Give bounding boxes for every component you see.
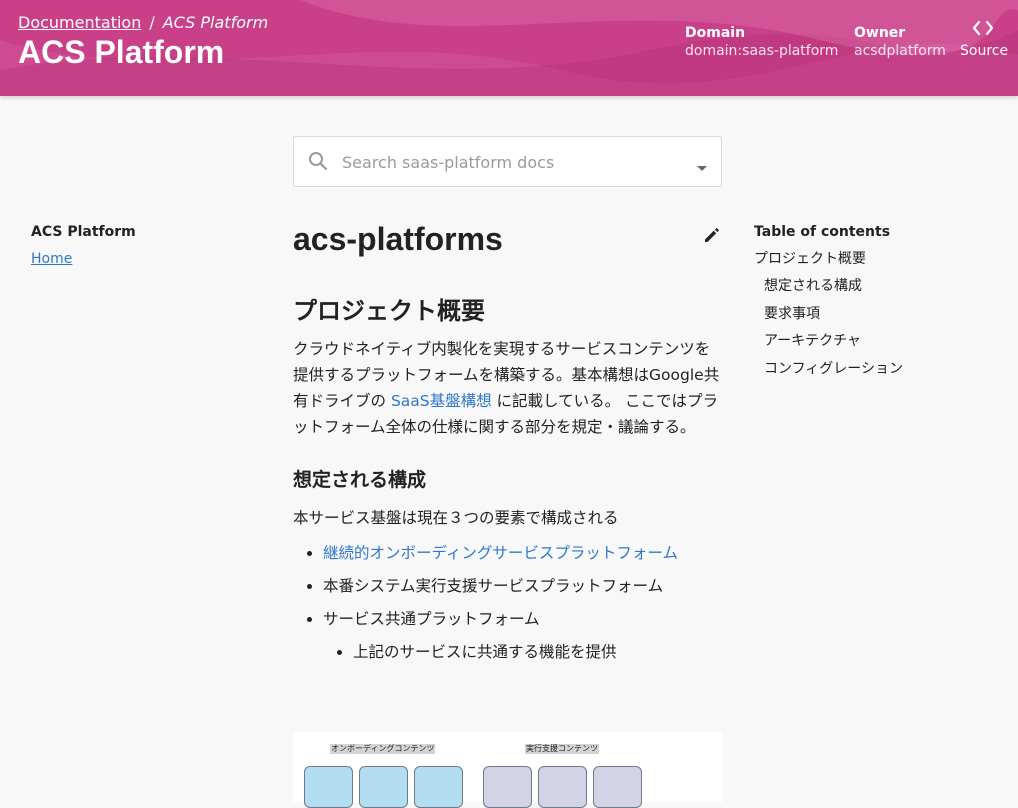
- overview-paragraph: クラウドネイティブ内製化を実現するサービスコンテンツを提供するプラットフォームを…: [293, 336, 723, 440]
- toc-item-architecture[interactable]: アーキテクチャ: [754, 328, 903, 356]
- sub-list-item: 上記のサービスに共通する機能を提供: [353, 639, 723, 665]
- sidebar-nav: ACS Platform Home: [31, 224, 136, 267]
- sidebar-item-home[interactable]: Home: [31, 251, 72, 267]
- code-icon: [960, 20, 1006, 40]
- owner-value[interactable]: acsdplatform: [854, 42, 946, 60]
- sidebar-title: ACS Platform: [31, 224, 136, 240]
- edit-icon[interactable]: [703, 226, 721, 248]
- chevron-down-icon[interactable]: [696, 158, 708, 177]
- toc-item-requirements[interactable]: 要求事項: [754, 301, 903, 329]
- source-label: Source: [960, 43, 1009, 59]
- toc-title: Table of contents: [754, 224, 891, 240]
- diagram-box: [414, 766, 463, 808]
- table-of-contents: Table of contents プロジェクト概要 想定される構成 要求事項 …: [754, 224, 903, 383]
- page-header: Documentation / ACS Platform ACS Platform …: [0, 0, 1018, 96]
- component-list: 継続的オンボーディングサービスプラットフォーム 本番システム実行支援サービスプラ…: [293, 540, 723, 665]
- search-icon: [307, 150, 329, 176]
- list-item: 本番システム実行支援サービスプラットフォーム: [323, 573, 723, 599]
- owner-label: Owner: [854, 25, 906, 41]
- docs-search-box[interactable]: [293, 136, 722, 187]
- sub-list: 上記のサービスに共通する機能を提供: [323, 639, 723, 665]
- section-heading-configuration: 想定される構成: [293, 469, 427, 491]
- breadcrumb-current: ACS Platform: [162, 13, 269, 32]
- diagram-box: [538, 766, 587, 808]
- diagram-label-onboarding: オンボーディングコンテンツ: [330, 744, 436, 754]
- onboarding-platform-link[interactable]: 継続的オンボーディングサービスプラットフォーム: [323, 544, 678, 562]
- toc-item-overview[interactable]: プロジェクト概要: [754, 248, 903, 270]
- architecture-diagram: オンボーディングコンテンツ 実行支援コンテンツ: [293, 732, 722, 808]
- owner-info: Owner acsdplatform: [854, 24, 946, 60]
- breadcrumb: Documentation / ACS Platform: [18, 13, 268, 32]
- domain-info: Domain domain:saas-platform: [685, 24, 838, 60]
- toc-item-configuration[interactable]: 想定される構成: [754, 273, 903, 301]
- list-item: サービス共通プラットフォーム 上記のサービスに共通する機能を提供: [323, 606, 723, 665]
- source-link[interactable]: Source: [960, 20, 1009, 60]
- breadcrumb-documentation-link[interactable]: Documentation: [18, 13, 141, 32]
- saas-concept-link[interactable]: SaaS基盤構想: [391, 392, 492, 410]
- toc-item-config[interactable]: コンフィグレーション: [754, 356, 903, 384]
- diagram-box: [593, 766, 642, 808]
- page-title: ACS Platform: [18, 34, 225, 70]
- section-heading-overview: プロジェクト概要: [293, 297, 485, 325]
- doc-content: acs-platforms プロジェクト概要 クラウドネイティブ内製化を実現する…: [293, 218, 723, 672]
- diagram-box: [304, 766, 353, 808]
- domain-label: Domain: [685, 25, 746, 41]
- search-input[interactable]: [340, 148, 684, 176]
- diagram-box: [359, 766, 408, 808]
- list-item: 継続的オンボーディングサービスプラットフォーム: [323, 540, 723, 566]
- domain-value[interactable]: domain:saas-platform: [685, 42, 838, 60]
- diagram-box: [483, 766, 532, 808]
- breadcrumb-separator: /: [149, 13, 155, 32]
- doc-title: acs-platforms: [293, 221, 503, 257]
- diagram-label-execution: 実行支援コンテンツ: [525, 744, 599, 754]
- list-item-text: サービス共通プラットフォーム: [323, 610, 540, 628]
- configuration-lead: 本サービス基盤は現在３つの要素で構成される: [293, 509, 619, 527]
